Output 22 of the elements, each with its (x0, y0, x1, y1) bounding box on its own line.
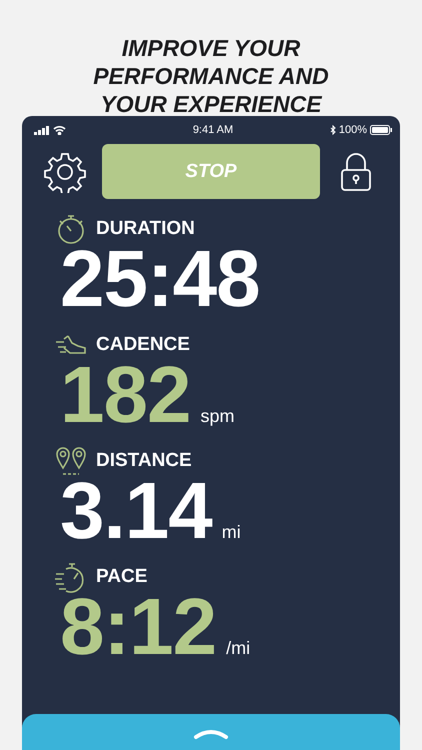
metric-label: DURATION (96, 218, 195, 240)
metric-label: CADENCE (96, 334, 190, 356)
wifi-icon (53, 125, 66, 135)
stop-button[interactable]: STOP (102, 144, 320, 199)
bluetooth-icon (330, 125, 336, 135)
status-time: 9:41 AM (192, 124, 234, 136)
lock-icon[interactable] (340, 152, 372, 192)
metric-value: 25:48 (60, 237, 260, 321)
metric-value: 8:12 (60, 585, 216, 669)
unit-label: /mi (226, 638, 250, 659)
battery-icon (370, 125, 392, 135)
headline: IMPROVE YOUR PERFORMANCE AND YOUR EXPERIENCE (92, 34, 330, 116)
metric-value: 3.14 (60, 469, 212, 553)
settings-icon[interactable] (44, 150, 86, 192)
signal-icon (34, 126, 50, 134)
unit-label: mi (222, 522, 241, 543)
metric-label: PACE (96, 566, 148, 588)
metric-label: DISTANCE (96, 450, 192, 472)
battery-percent: 100% (338, 124, 367, 136)
metric-value: 182 (60, 353, 190, 437)
unit-label: spm (200, 406, 234, 427)
map-pins-icon (54, 444, 88, 478)
